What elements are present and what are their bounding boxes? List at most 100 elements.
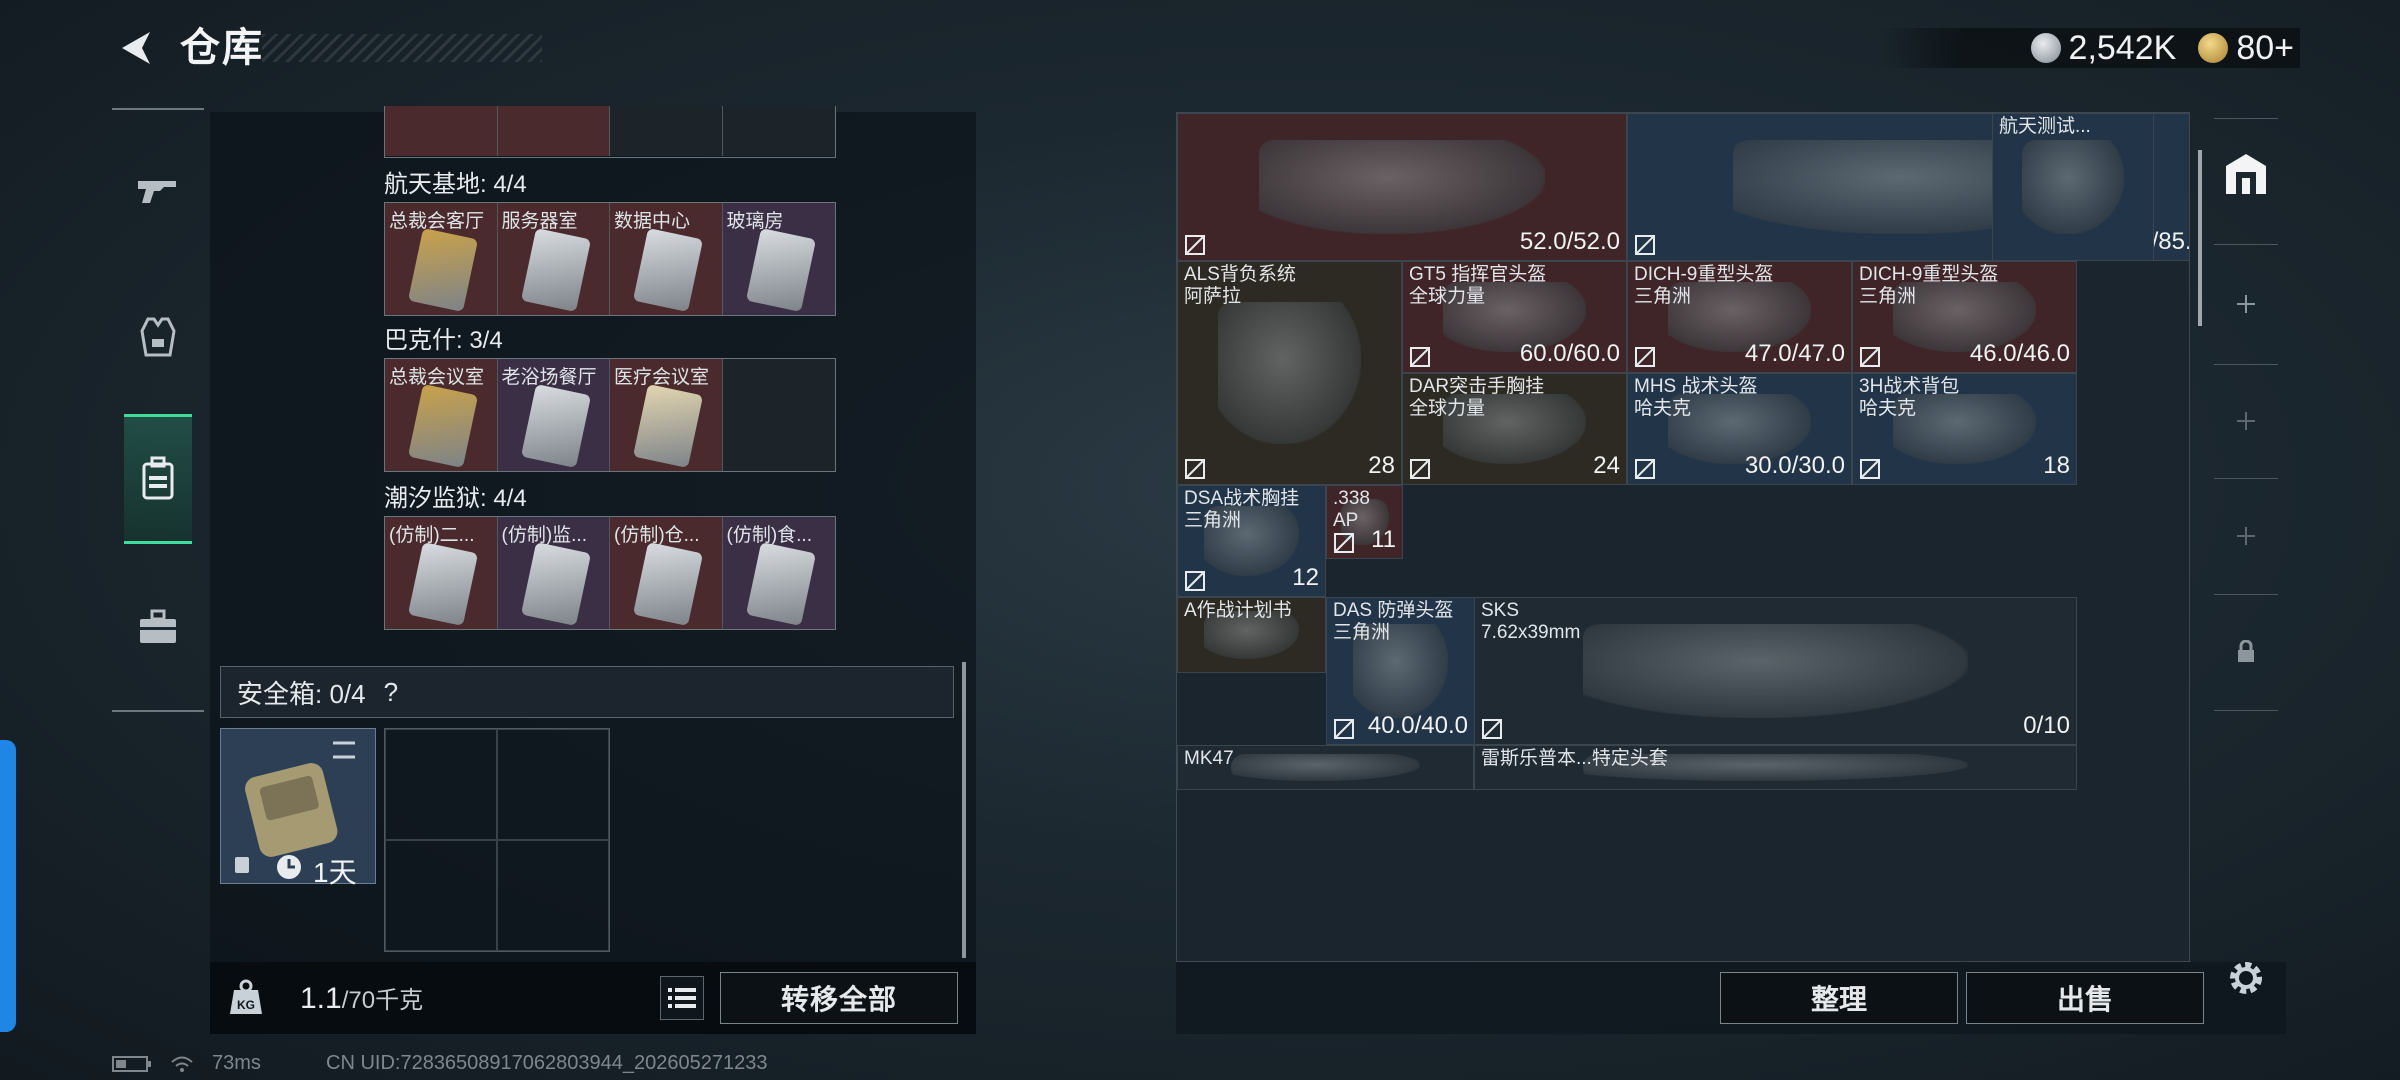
item-name: 航天测试... <box>1999 116 2091 137</box>
tab-divider <box>2214 710 2278 711</box>
safebox-header: 安全箱: 0/4 ? <box>220 666 954 718</box>
stash-item[interactable]: 航天测试... <box>1992 113 2154 261</box>
item-name: 3H战术背包 <box>1859 376 1960 397</box>
transfer-all-button[interactable]: 转移全部 <box>720 972 958 1024</box>
no-repair-icon <box>1635 459 1655 479</box>
key-card-label: (仿制)监... <box>501 525 588 546</box>
safebox-slot[interactable] <box>385 840 497 951</box>
stash-item[interactable]: 52.0/52.0 <box>1177 113 1627 261</box>
key-card-label: 总裁会议室 <box>389 367 485 388</box>
sort-button[interactable]: 整理 <box>1720 972 1958 1024</box>
nav-weapons[interactable] <box>124 124 192 254</box>
item-image <box>2021 140 2125 234</box>
no-repair-icon <box>1185 459 1205 479</box>
back-button[interactable] <box>112 24 160 72</box>
item-value: 30.0/30.0 <box>1744 452 1845 479</box>
tab-add-2[interactable] <box>2206 366 2286 476</box>
item-subtitle: 三角洲 <box>1634 286 1692 307</box>
item-subtitle: 三角洲 <box>1184 510 1242 531</box>
stash-item[interactable]: DICH-9重型头盔 三角洲 46.0/46.0 <box>1852 261 2077 373</box>
safebox-item[interactable]: 1天 <box>220 728 376 888</box>
stash-item[interactable]: MHS 战术头盔 哈夫克 30.0/30.0 <box>1627 373 1852 485</box>
item-value: 11 <box>1371 526 1396 553</box>
stash-item[interactable]: 雷斯乐普本...特定头套 <box>1474 745 2077 790</box>
no-repair-icon <box>1185 235 1205 255</box>
stash-scrollbar[interactable] <box>2198 150 2202 326</box>
key-card[interactable] <box>385 106 498 156</box>
wifi-icon <box>171 1056 193 1072</box>
settings-button[interactable] <box>2222 954 2270 1002</box>
tab-add-3[interactable] <box>2206 480 2286 592</box>
item-name: DICH-9重型头盔 <box>1634 264 1774 285</box>
item-image <box>1231 753 1420 782</box>
key-card-row-partial <box>384 106 836 158</box>
gold-coin-icon <box>2198 33 2229 63</box>
currency-bar: 2,542K 80+ <box>1880 28 2300 68</box>
nav-cases[interactable] <box>124 562 192 692</box>
item-subtitle: 哈夫克 <box>1634 398 1692 419</box>
stash-item[interactable]: DICH-9重型头盔 三角洲 47.0/47.0 <box>1627 261 1852 373</box>
sell-button[interactable]: 出售 <box>1966 972 2204 1024</box>
stash-item[interactable]: ALS背负系统 阿萨拉 28 <box>1177 261 1402 485</box>
keycard-icon <box>520 541 591 627</box>
keycard-icon <box>520 227 591 313</box>
key-card[interactable]: 总裁会客厅 <box>385 203 498 315</box>
weight-readout: 1.1/70千克 <box>300 980 423 1016</box>
key-card[interactable] <box>497 106 610 156</box>
side-drawer-handle[interactable] <box>0 740 16 1032</box>
tab-stash-home[interactable] <box>2206 126 2286 222</box>
safebox-slot[interactable] <box>497 729 609 840</box>
no-repair-icon <box>1410 347 1430 367</box>
stash-item[interactable]: SKS 7.62x39mm 0/10 <box>1474 597 2077 745</box>
stash-item[interactable]: .338 AP 11 <box>1326 485 1403 559</box>
item-subtitle: 7.62x39mm <box>1481 622 1581 643</box>
stash-item[interactable]: DAS 防弹头盔 三角洲 40.0/40.0 <box>1326 597 1475 745</box>
no-repair-icon <box>1185 571 1205 591</box>
item-value: 52.0/52.0 <box>1519 228 1620 255</box>
stash-item[interactable]: MK47 <box>1177 745 1474 790</box>
item-subtitle: 三角洲 <box>1859 286 1917 307</box>
key-card[interactable]: 数据中心 <box>610 203 723 315</box>
stash-item[interactable]: 3H战术背包 哈夫克 18 <box>1852 373 2077 485</box>
keycard-icon <box>745 227 816 313</box>
nav-divider <box>112 710 204 712</box>
key-card[interactable]: (仿制)二... <box>385 517 498 629</box>
backpack-scrollbar[interactable] <box>962 662 966 958</box>
stash-item[interactable]: DSA战术胸挂 三角洲 12 <box>1177 485 1326 597</box>
key-card[interactable]: 玻璃房 <box>722 203 835 315</box>
help-icon[interactable]: ? <box>384 677 398 708</box>
battery-icon <box>112 1055 151 1072</box>
stash-item[interactable]: DAR突击手胸挂 全球力量 24 <box>1402 373 1627 485</box>
title-decoration <box>262 34 542 62</box>
keycard-icon <box>520 383 591 469</box>
item-subtitle: 三角洲 <box>1333 622 1391 643</box>
key-card[interactable]: 医疗会议室 <box>610 359 723 471</box>
key-card[interactable]: (仿制)仓... <box>610 517 723 629</box>
safebox-slot[interactable] <box>385 729 497 840</box>
key-card[interactable]: 老浴场餐厅 <box>497 359 610 471</box>
key-card[interactable]: (仿制)食... <box>722 517 835 629</box>
nav-armor[interactable] <box>124 272 192 402</box>
item-value: 47.0/47.0 <box>1744 340 1845 367</box>
no-repair-icon <box>1482 719 1502 739</box>
tab-add-1[interactable] <box>2206 246 2286 362</box>
stash-item[interactable]: GT5 指挥官头盔 全球力量 60.0/60.0 <box>1402 261 1627 373</box>
item-value: 40.0/40.0 <box>1367 712 1468 739</box>
key-card[interactable]: 服务器室 <box>497 203 610 315</box>
currency-gold[interactable]: 80+ <box>2198 29 2294 68</box>
key-card[interactable]: 总裁会议室 <box>385 359 498 471</box>
key-card[interactable]: (仿制)监... <box>497 517 610 629</box>
key-card-row: (仿制)二... (仿制)监... (仿制)仓... (仿制)食... <box>384 516 836 630</box>
list-view-button[interactable] <box>660 976 704 1020</box>
keycard-icon <box>407 383 479 469</box>
gun-icon <box>138 181 176 203</box>
status-bar: 73ms <box>112 1052 261 1075</box>
stash-item[interactable]: A作战计划书 <box>1177 597 1326 673</box>
tab-divider <box>2214 478 2278 479</box>
safebox-grid <box>384 728 610 952</box>
safebox-slot[interactable] <box>497 840 609 951</box>
tab-locked[interactable] <box>2206 596 2286 708</box>
key-card-label: (仿制)二... <box>389 525 475 546</box>
currency-silver[interactable]: 2,542K <box>2030 29 2176 68</box>
nav-backpack[interactable] <box>124 414 192 544</box>
